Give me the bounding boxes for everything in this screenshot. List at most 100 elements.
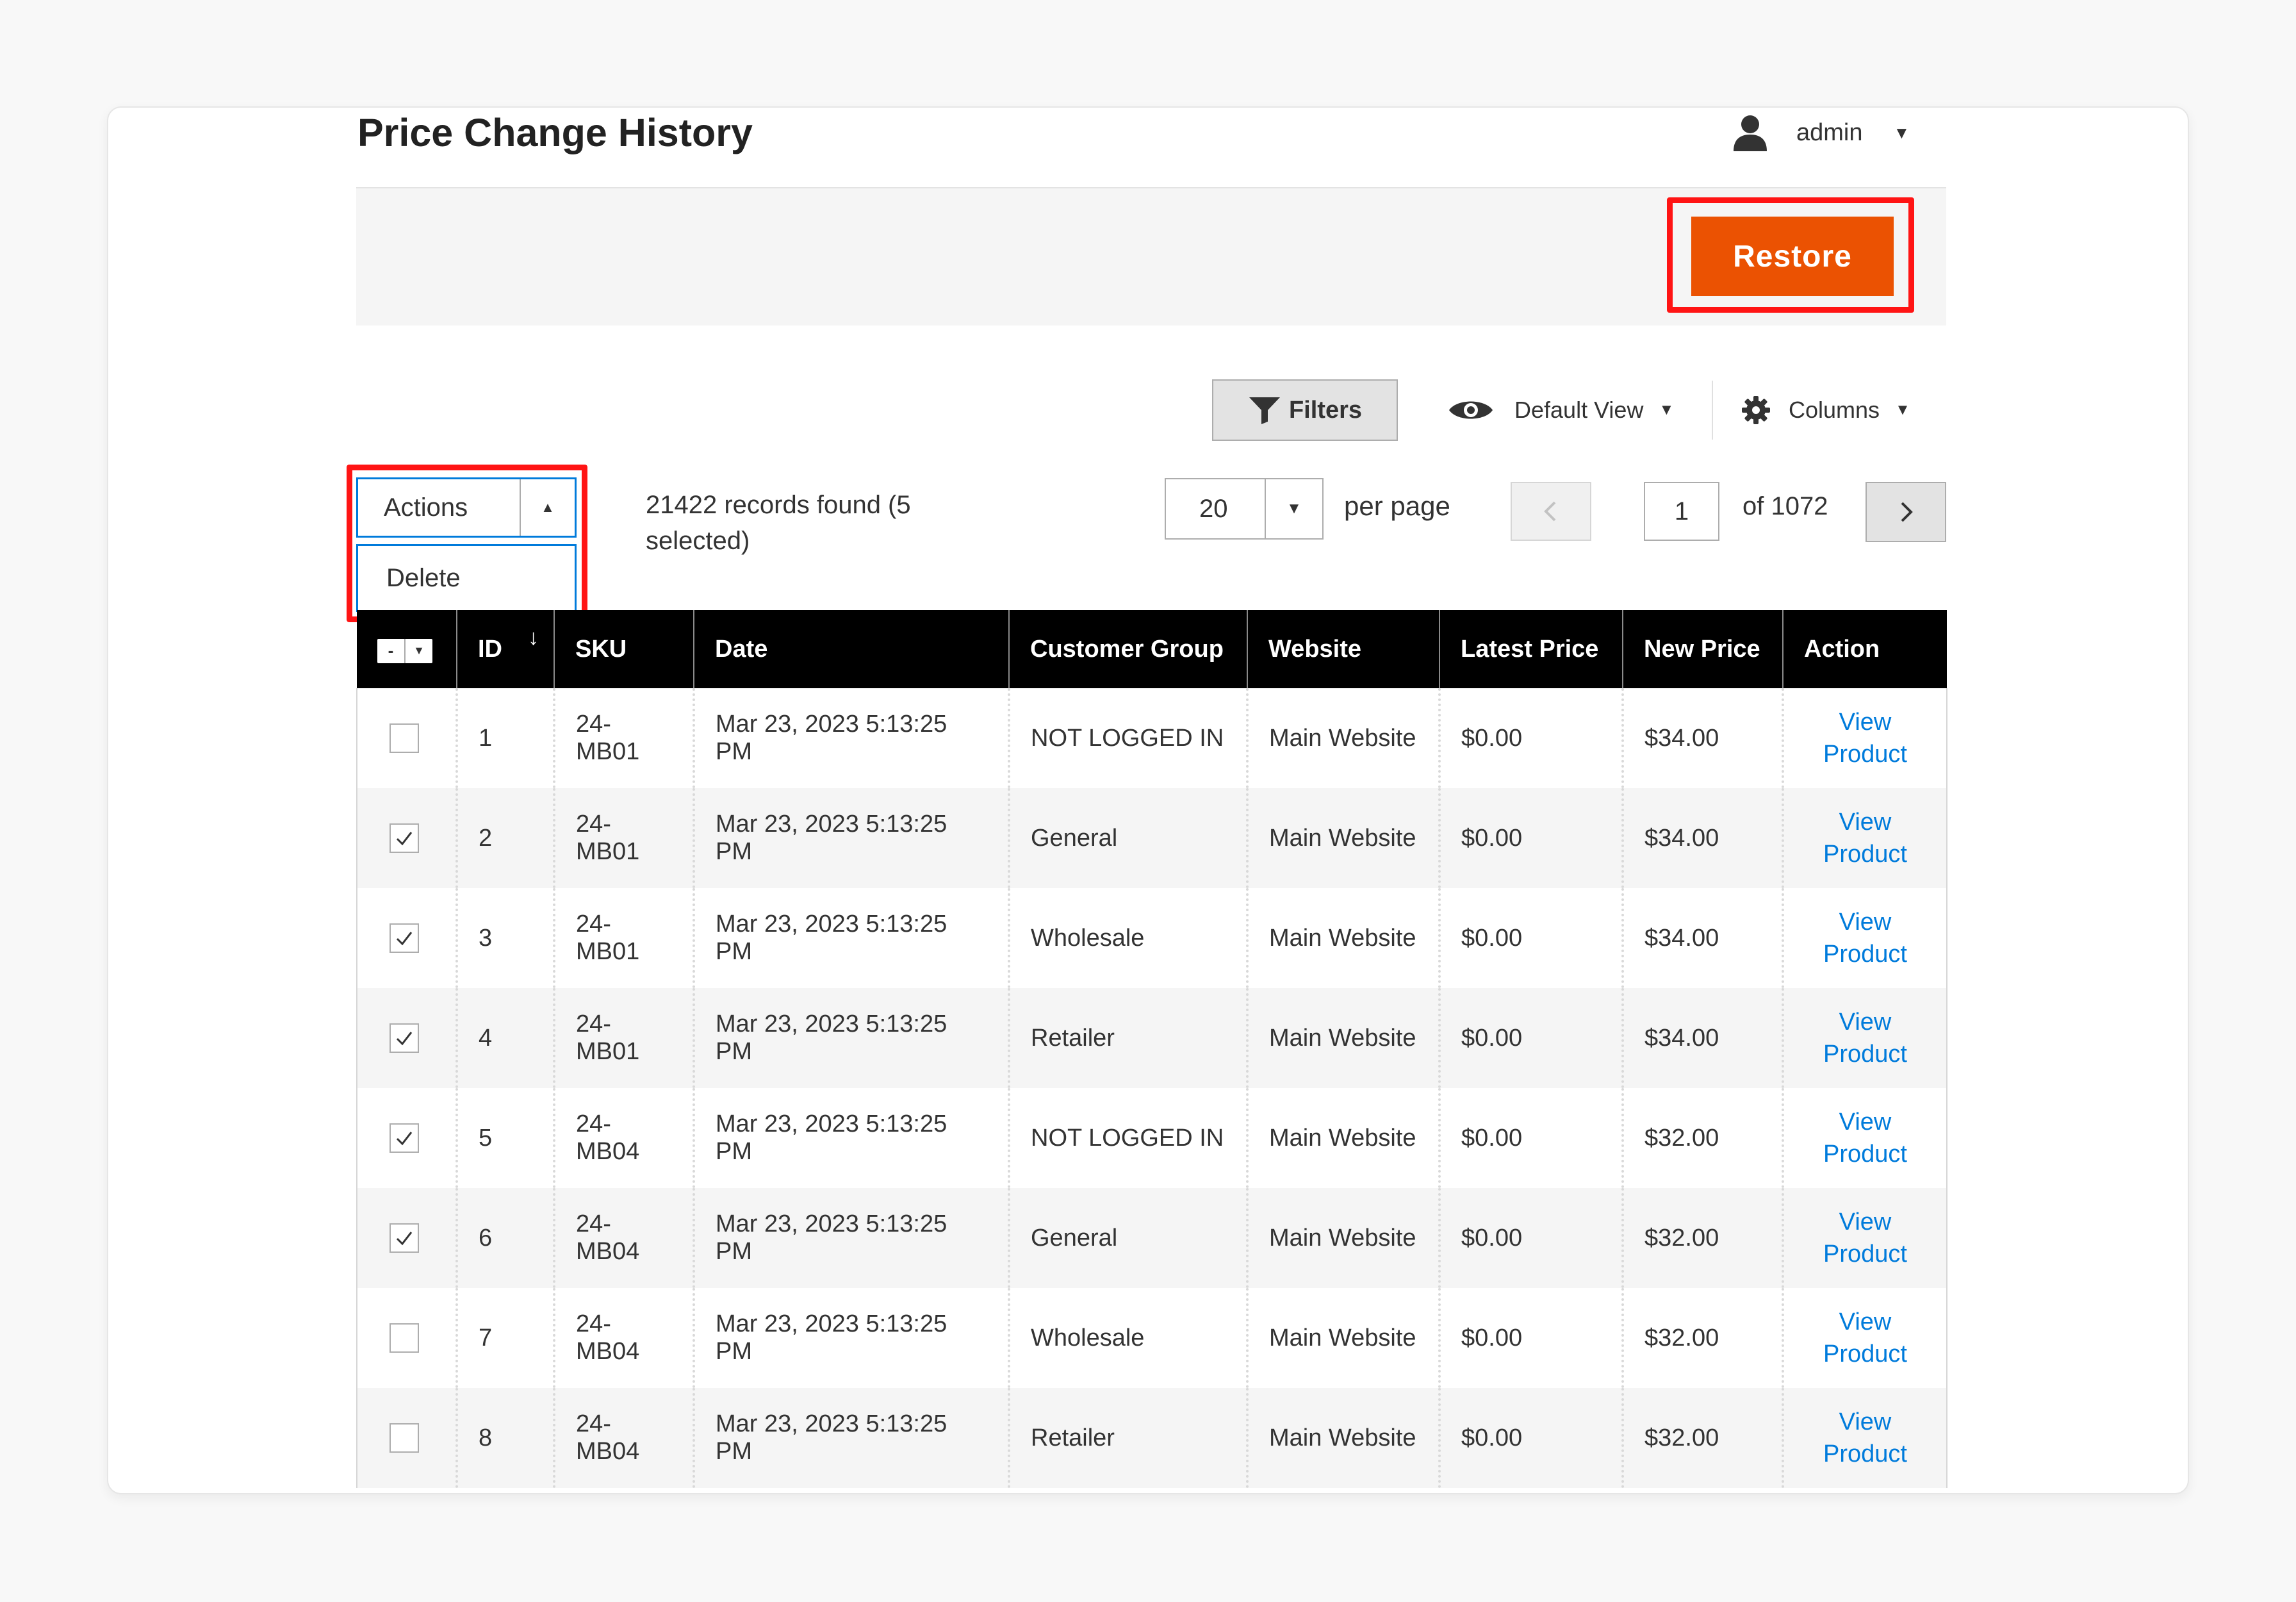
cell-latest-price: $0.00 [1438,688,1623,788]
view-product-link[interactable]: View Product [1791,1206,1940,1270]
table-row[interactable]: 2 24-MB01 Mar 23, 2023 5:13:25 PM General Ma… [356,788,1948,888]
row-checkbox[interactable] [390,1423,419,1453]
page-number-input[interactable]: 1 [1644,482,1719,541]
row-select-cell[interactable] [356,688,457,788]
row-select-cell[interactable] [356,788,457,888]
filter-icon [1249,397,1280,424]
cell-new-price: $34.00 [1621,888,1783,988]
chevron-down-icon: ▼ [1659,401,1675,418]
cell-new-price: $32.00 [1621,1088,1783,1188]
cell-latest-price: $0.00 [1438,1388,1623,1488]
cell-date: Mar 23, 2023 5:13:25 PM [693,688,1009,788]
view-product-link[interactable]: View Product [1791,1306,1940,1370]
filters-button[interactable]: Filters [1212,379,1398,441]
column-header-customer-group[interactable]: Customer Group [1008,610,1247,688]
table-row[interactable]: 1 24-MB01 Mar 23, 2023 5:13:25 PM NOT LOGGE… [356,688,1948,788]
cell-date: Mar 23, 2023 5:13:25 PM [693,1388,1009,1488]
mass-select-header[interactable]: - ▼ [357,610,457,688]
cell-website: Main Website [1246,1288,1439,1388]
table-row[interactable]: 5 24-MB04 Mar 23, 2023 5:13:25 PM NOT LOGGE… [356,1088,1948,1188]
table-row[interactable]: 3 24-MB01 Mar 23, 2023 5:13:25 PM Wholesale… [356,888,1948,988]
cell-action: View Product [1782,788,1948,888]
table-header-row: - ▼ ID ↓ SKU Date Customer Group Website L… [357,610,1947,688]
view-product-link[interactable]: View Product [1791,806,1940,870]
cell-customer-group: NOT LOGGED IN [1008,1088,1247,1188]
next-page-button[interactable] [1866,482,1946,542]
cell-id: 4 [455,988,554,1088]
row-select-cell[interactable] [356,1088,457,1188]
cell-customer-group: General [1008,1188,1247,1288]
cell-id: 7 [455,1288,554,1388]
cell-date: Mar 23, 2023 5:13:25 PM [693,788,1009,888]
cell-sku: 24-MB04 [553,1288,694,1388]
cell-new-price: $32.00 [1621,1188,1783,1288]
cell-website: Main Website [1246,888,1439,988]
action-option-delete[interactable]: Delete [356,544,577,612]
cell-website: Main Website [1246,988,1439,1088]
cell-id: 2 [455,788,554,888]
column-header-date[interactable]: Date [693,610,1009,688]
price-history-table: - ▼ ID ↓ SKU Date Customer Group Website L… [356,610,1948,1488]
view-switcher[interactable]: Default View ▼ [1448,388,1674,433]
row-checkbox[interactable] [390,923,419,953]
row-checkbox[interactable] [390,1323,419,1353]
mass-select-checkbox[interactable]: - ▼ [377,638,432,663]
row-select-cell[interactable] [356,1288,457,1388]
row-checkbox[interactable] [390,723,419,753]
view-product-link[interactable]: View Product [1791,1406,1940,1470]
cell-action: View Product [1782,1088,1948,1188]
row-checkbox[interactable] [390,1123,419,1153]
cell-id: 3 [455,888,554,988]
column-header-sku[interactable]: SKU [554,610,694,688]
cell-date: Mar 23, 2023 5:13:25 PM [693,1088,1009,1188]
cell-sku: 24-MB01 [553,888,694,988]
cell-customer-group: Wholesale [1008,888,1247,988]
per-page-value: 20 [1199,494,1228,523]
table-row[interactable]: 4 24-MB01 Mar 23, 2023 5:13:25 PM Retailer M… [356,988,1948,1088]
chevron-down-icon[interactable]: ▼ [1265,479,1322,538]
per-page-select[interactable]: 20 ▼ [1165,478,1324,540]
view-product-link[interactable]: View Product [1791,1106,1940,1170]
row-select-cell[interactable] [356,1388,457,1488]
cell-id: 5 [455,1088,554,1188]
cell-new-price: $34.00 [1621,688,1783,788]
restore-button[interactable]: Restore [1691,217,1894,296]
table-row[interactable]: 6 24-MB04 Mar 23, 2023 5:13:25 PM General Ma… [356,1188,1948,1288]
view-product-link[interactable]: View Product [1791,1006,1940,1070]
column-header-website[interactable]: Website [1247,610,1439,688]
chevron-down-icon: ▼ [404,638,432,663]
row-checkbox[interactable] [390,1223,419,1253]
view-label: Default View [1514,397,1644,423]
cell-action: View Product [1782,888,1948,988]
row-select-cell[interactable] [356,888,457,988]
view-product-link[interactable]: View Product [1791,906,1940,970]
previous-page-button[interactable] [1511,482,1591,541]
table-row[interactable]: 8 24-MB04 Mar 23, 2023 5:13:25 PM Retailer M… [356,1388,1948,1488]
cell-id: 8 [455,1388,554,1488]
cell-id: 1 [455,688,554,788]
row-checkbox[interactable] [390,1023,419,1053]
cell-sku: 24-MB01 [553,688,694,788]
table-row[interactable]: 7 24-MB04 Mar 23, 2023 5:13:25 PM Wholesale… [356,1288,1948,1388]
cell-latest-price: $0.00 [1438,1088,1623,1188]
column-header-id[interactable]: ID ↓ [456,610,554,688]
user-menu[interactable]: admin ▼ [1732,110,1910,155]
cell-website: Main Website [1246,1388,1439,1488]
column-header-latest-price[interactable]: Latest Price [1439,610,1623,688]
row-checkbox[interactable] [390,823,419,853]
column-header-new-price[interactable]: New Price [1622,610,1783,688]
user-icon [1732,114,1768,151]
cell-website: Main Website [1246,788,1439,888]
cell-action: View Product [1782,988,1948,1088]
row-select-cell[interactable] [356,988,457,1088]
chevron-up-icon[interactable]: ▲ [520,479,575,536]
user-name: admin [1796,119,1863,146]
columns-switcher[interactable]: Columns ▼ [1741,388,1910,433]
column-header-action: Action [1782,610,1947,688]
minus-icon: - [388,641,394,661]
view-product-link[interactable]: View Product [1791,706,1940,770]
mass-actions-dropdown[interactable]: Actions ▲ [356,477,577,538]
cell-action: View Product [1782,1388,1948,1488]
row-select-cell[interactable] [356,1188,457,1288]
cell-date: Mar 23, 2023 5:13:25 PM [693,888,1009,988]
